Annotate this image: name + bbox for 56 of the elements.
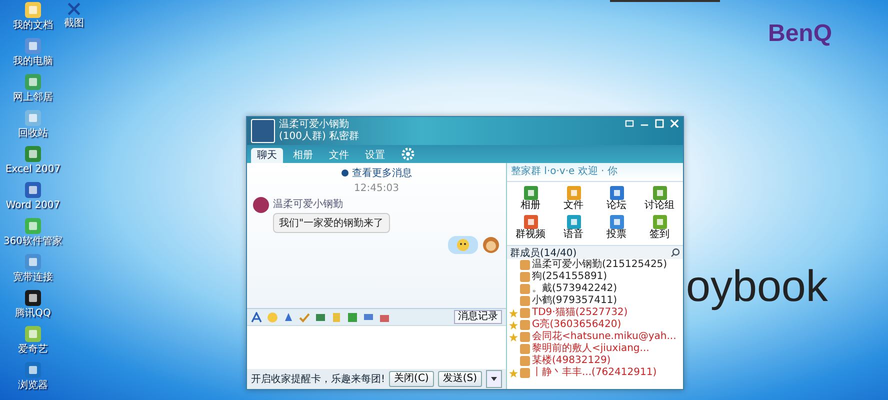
group-name: 温柔可爱小钢勤 bbox=[279, 119, 350, 130]
tip-text: 开启收家提醒卡，乐趣来每团! bbox=[251, 372, 386, 386]
send-options-button[interactable] bbox=[486, 370, 502, 388]
desktop-icon-label[interactable]: 浏览器 bbox=[18, 380, 48, 392]
sender-name: 温柔可爱小钢勤 bbox=[273, 198, 343, 211]
member-name[interactable]: TD9·猫猫(2527732) bbox=[532, 307, 628, 319]
member-name[interactable]: 黎明前的敷人<jiuxiang... bbox=[532, 343, 650, 355]
caret-icon bbox=[491, 377, 497, 381]
desktop-icon-label[interactable]: 我的文档 bbox=[13, 20, 53, 32]
desktop-icon-label[interactable]: 我的电脑 bbox=[13, 56, 53, 68]
group-app-button[interactable]: 投票 bbox=[595, 215, 638, 241]
settings-icon[interactable] bbox=[401, 147, 415, 161]
member-name[interactable]: 某楼(49832129) bbox=[532, 355, 611, 367]
smiley-icon bbox=[456, 238, 470, 252]
send-button[interactable]: 发送(S) bbox=[438, 371, 482, 387]
member-name[interactable]: 狗(254155891) bbox=[532, 271, 608, 283]
message-history-button[interactable]: 消息记录 bbox=[454, 310, 502, 324]
desktop-icon-label[interactable]: 爱奇艺 bbox=[18, 344, 48, 356]
desktop-icon-label[interactable]: 截图 bbox=[64, 18, 84, 30]
tab[interactable]: 聊天 bbox=[251, 148, 283, 163]
maximize-icon[interactable] bbox=[655, 119, 664, 128]
search-icon[interactable] bbox=[671, 248, 680, 257]
members-title: 群成员(14/40) bbox=[510, 246, 577, 258]
group-banner: 整家群 l·o·v·e 欢迎 · 你 bbox=[507, 163, 683, 182]
desktop-icon-label[interactable]: 腾讯QQ bbox=[15, 308, 51, 320]
font-icon[interactable] bbox=[251, 312, 262, 322]
monkey-avatar-icon bbox=[482, 236, 500, 254]
wallpaper-text: oybook bbox=[686, 262, 828, 312]
message-bubble: 我们"一家爱的钢勤来了 bbox=[273, 213, 390, 233]
group-app-button[interactable]: 文件 bbox=[552, 186, 595, 212]
clock-icon bbox=[341, 169, 349, 177]
close-icon[interactable] bbox=[670, 119, 679, 128]
group-app-button[interactable]: 群视频 bbox=[509, 215, 552, 241]
message-input[interactable] bbox=[247, 325, 506, 369]
member-name[interactable]: 会同花<hatsune.miku@yah... bbox=[532, 331, 676, 343]
group-app-button[interactable]: 相册 bbox=[509, 186, 552, 212]
group-app-button[interactable]: 论坛 bbox=[595, 186, 638, 212]
more-messages-link[interactable]: 查看更多消息 bbox=[352, 166, 412, 180]
tab[interactable]: 文件 bbox=[323, 148, 355, 163]
group-app-button[interactable]: 讨论组 bbox=[638, 186, 681, 212]
group-avatar bbox=[251, 119, 275, 143]
group-subtitle: (100人群) 私密群 bbox=[279, 131, 360, 143]
group-app-button[interactable]: 语音 bbox=[552, 215, 595, 241]
member-name[interactable]: 温柔可爱小钢勤(215125425) bbox=[532, 259, 668, 271]
member-name[interactable]: 丨静丶丰丰...(762412911) bbox=[532, 367, 657, 379]
tab[interactable]: 设置 bbox=[359, 148, 391, 163]
close-button[interactable]: 关闭(C) bbox=[389, 371, 434, 387]
avatar bbox=[253, 197, 269, 213]
group-app-button[interactable]: 签到 bbox=[638, 215, 681, 241]
member-name[interactable]: 。戴(573942242) bbox=[532, 283, 618, 295]
member-name[interactable]: 小鹤(979357411) bbox=[532, 295, 618, 307]
brand-logo: BenQ bbox=[768, 20, 832, 48]
member-name[interactable]: G亮(3603656420) bbox=[532, 319, 622, 331]
tab[interactable]: 相册 bbox=[287, 148, 319, 163]
desktop-icon-label[interactable]: 宽带连接 bbox=[13, 272, 53, 284]
message-time: 12:45:03 bbox=[354, 183, 399, 194]
